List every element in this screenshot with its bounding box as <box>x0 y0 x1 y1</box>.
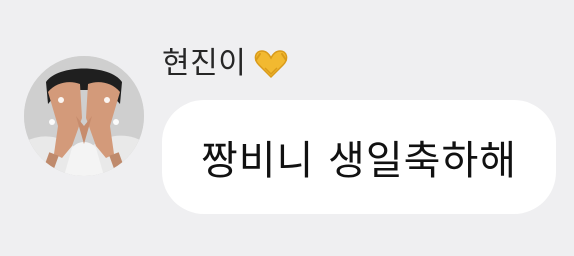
chat-message: 현진이 짱비니 생일축하해 <box>0 0 574 256</box>
sender-row: 현진이 <box>162 44 292 84</box>
heart-hands-icon <box>250 48 292 80</box>
message-bubble[interactable]: 짱비니 생일축하해 <box>162 100 556 214</box>
avatar-photo <box>24 56 144 176</box>
avatar[interactable] <box>24 56 144 176</box>
sender-name[interactable]: 현진이 <box>162 44 246 84</box>
message-text: 짱비니 생일축하해 <box>200 138 518 184</box>
